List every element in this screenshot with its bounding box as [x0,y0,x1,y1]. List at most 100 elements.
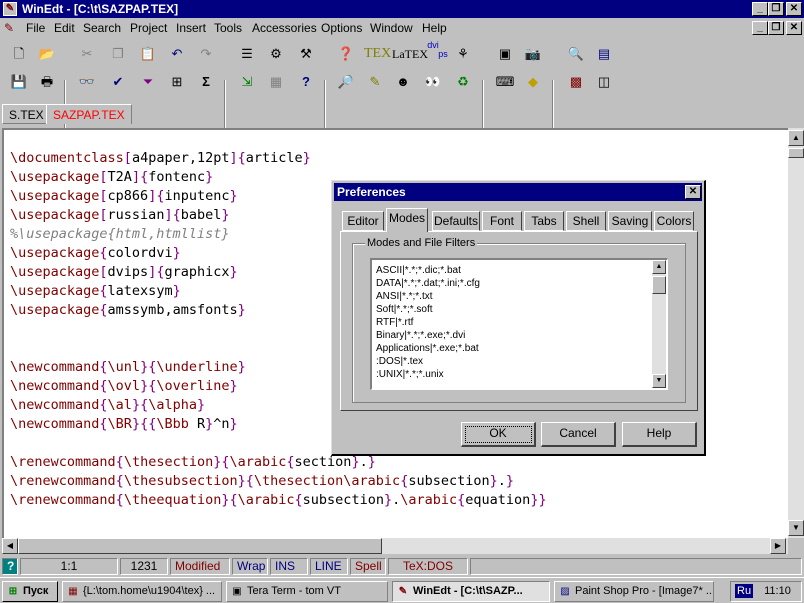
code-line[interactable]: \newcommand{\unl}{\underline} [10,358,246,377]
code-line[interactable]: \usepackage{colordvi} [10,244,181,263]
tab-saving[interactable]: Saving [608,211,652,231]
list-item[interactable]: ASCII|*.*;*.dic;*.bat [376,264,461,277]
menu-options[interactable]: Options [321,21,362,35]
tab-modes[interactable]: Modes [386,208,428,232]
spell-check-icon[interactable]: ✔ [107,71,129,93]
paste-icon[interactable]: 📋 [137,43,159,65]
menu-accessories[interactable]: Accessories [252,21,317,35]
typewriter-icon[interactable]: ⌨ [494,71,516,93]
cut-icon[interactable]: ✂ [76,43,98,65]
tab-s-tex[interactable]: S.TEX [2,104,51,124]
menu-edit[interactable]: Edit [54,21,75,35]
status-help[interactable]: ? [2,558,18,575]
task-winedt[interactable]: ✎ WinEdt - [C:\t\SAZP... [392,581,550,602]
doc-restore-button[interactable]: ❐ [768,21,784,35]
code-line[interactable]: \newcommand{\BR}{{\Bbb R}^n} [10,415,238,434]
scroll-left-button[interactable]: ◀ [2,538,18,554]
menu-window[interactable]: Window [370,21,413,35]
task-paint-shop-pro[interactable]: ▨ Paint Shop Pro - [Image7* ... [554,581,714,602]
code-line[interactable]: \renewcommand{\thesubsection}{\thesectio… [10,472,514,491]
tab-editor[interactable]: Editor [342,211,384,231]
doc-close-button[interactable]: ✕ [786,21,802,35]
help-button[interactable]: Help [622,422,697,447]
code-line[interactable]: \newcommand{\ovl}{\overline} [10,377,238,396]
code-line[interactable]: \renewcommand{\theequation}{\arabic{subs… [10,491,547,510]
tab-font[interactable]: Font [482,211,522,231]
tex-tool-icon[interactable]: ⚘ [452,43,474,65]
open-folder-icon[interactable]: 📂 [36,43,58,65]
list-item[interactable]: Soft|*.*;*.soft [376,303,433,316]
copy-icon[interactable]: ❐ [107,43,129,65]
scroll-down-button[interactable]: ▼ [788,520,804,536]
layout-icon[interactable]: ▦ [265,71,287,93]
dvi-preview-icon[interactable]: 🔎 [335,71,357,93]
settings-icon[interactable]: ⚙ [265,43,287,65]
minimize-button[interactable]: _ [752,2,768,16]
list-scroll-down-button[interactable]: ▼ [652,374,666,388]
list-item[interactable]: RTF|*.rtf [376,316,413,329]
winedt-app-icon[interactable]: ✎ [3,2,17,16]
list-item[interactable]: ANSI|*.*;*.txt [376,290,433,303]
project-icon[interactable]: ❓ [335,43,357,65]
tab-defaults[interactable]: Defaults [432,211,480,231]
list-scroll-up-button[interactable]: ▲ [652,260,666,274]
dvi-view-icon[interactable]: ✎ [364,71,386,93]
document-icon[interactable]: ✎ [4,21,14,35]
language-indicator[interactable]: Ru [735,584,754,598]
menu-search[interactable]: Search [83,21,121,35]
tab-shell[interactable]: Shell [566,211,606,231]
menu-project[interactable]: Project [130,21,167,35]
cancel-button[interactable]: Cancel [541,422,616,447]
document-list-icon[interactable]: ☰ [236,43,258,65]
new-file-icon[interactable]: 🗋 [8,43,30,65]
code-line[interactable]: %\usepackage{html,htmllist} [10,225,229,244]
scroll-up-button[interactable]: ▲ [788,130,804,146]
undo-icon[interactable]: ↶ [166,43,188,65]
viewer-icon[interactable]: 👀 [422,71,444,93]
code-line[interactable]: \usepackage[T2A]{fontenc} [10,168,213,187]
status-ins[interactable]: INS [270,558,308,575]
camera-icon[interactable]: 📷 [522,43,544,65]
ghostview-icon[interactable]: ☻ [392,71,414,93]
status-wrap[interactable]: Wrap [232,558,268,575]
insert-icon[interactable]: ⇲ [236,71,258,93]
list-scrollbar[interactable]: ▲ ▼ [652,260,666,388]
tab-colors[interactable]: Colors [654,211,694,231]
tab-tabs[interactable]: Tabs [524,211,564,231]
code-line[interactable]: \usepackage[cp866]{inputenc} [10,187,238,206]
task-folder[interactable]: ▦ {L:\tom.home\u1904\tex} ... [62,581,222,602]
close-button[interactable]: ✕ [786,2,802,16]
macro-icon[interactable]: ⚒ [295,43,317,65]
list-item[interactable]: Applications|*.exe;*.bat [376,342,479,355]
latex-button[interactable]: LaTEX [392,43,428,65]
list-item[interactable]: Binary|*.*;*.exe;*.dvi [376,329,465,342]
vertical-scrollbar[interactable]: ▲ ▼ [788,128,804,538]
ok-button[interactable]: OK [461,422,536,447]
menu-help[interactable]: Help [422,21,447,35]
modes-list[interactable]: ASCII|*.*;*.dic;*.bat DATA|*.*;*.dat;*.in… [370,258,668,390]
menu-file[interactable]: File [26,21,45,35]
help-icon[interactable]: ? [295,71,317,93]
sigma-icon[interactable]: Σ [195,71,217,93]
window-list-icon[interactable]: ◫ [593,71,615,93]
list-item[interactable]: :UNIX|*.*;*.unix [376,368,444,381]
status-mode[interactable]: TeX:DOS [388,558,468,575]
find-binoculars-icon[interactable]: 👓 [76,71,98,93]
dvips-button[interactable]: ps [432,48,454,70]
scroll-thumb[interactable] [788,148,804,158]
console-icon[interactable]: ▣ [494,43,516,65]
status-spell[interactable]: Spell [350,558,386,575]
browse-icon[interactable]: 🔍 [565,43,587,65]
list-scroll-thumb[interactable] [652,276,666,294]
code-line[interactable]: \usepackage{latexsym} [10,282,181,301]
list-item[interactable]: :DOS|*.tex [376,355,423,368]
tab-sazpap-tex[interactable]: SAZPAP.TEX [46,104,132,124]
grid-icon[interactable]: ▩ [565,71,587,93]
horizontal-scrollbar[interactable]: ◀ ▶ [2,538,788,554]
code-line[interactable]: \usepackage{amssymb,amsfonts} [10,301,246,320]
code-line[interactable]: \documentclass[a4paper,12pt]{article} [10,149,311,168]
monitor-icon[interactable]: ▤ [593,43,615,65]
eraser-icon[interactable]: ◆ [522,71,544,93]
code-line[interactable]: \usepackage[dvips]{graphicx} [10,263,238,282]
list-item[interactable]: DATA|*.*;*.dat;*.ini;*.cfg [376,277,480,290]
